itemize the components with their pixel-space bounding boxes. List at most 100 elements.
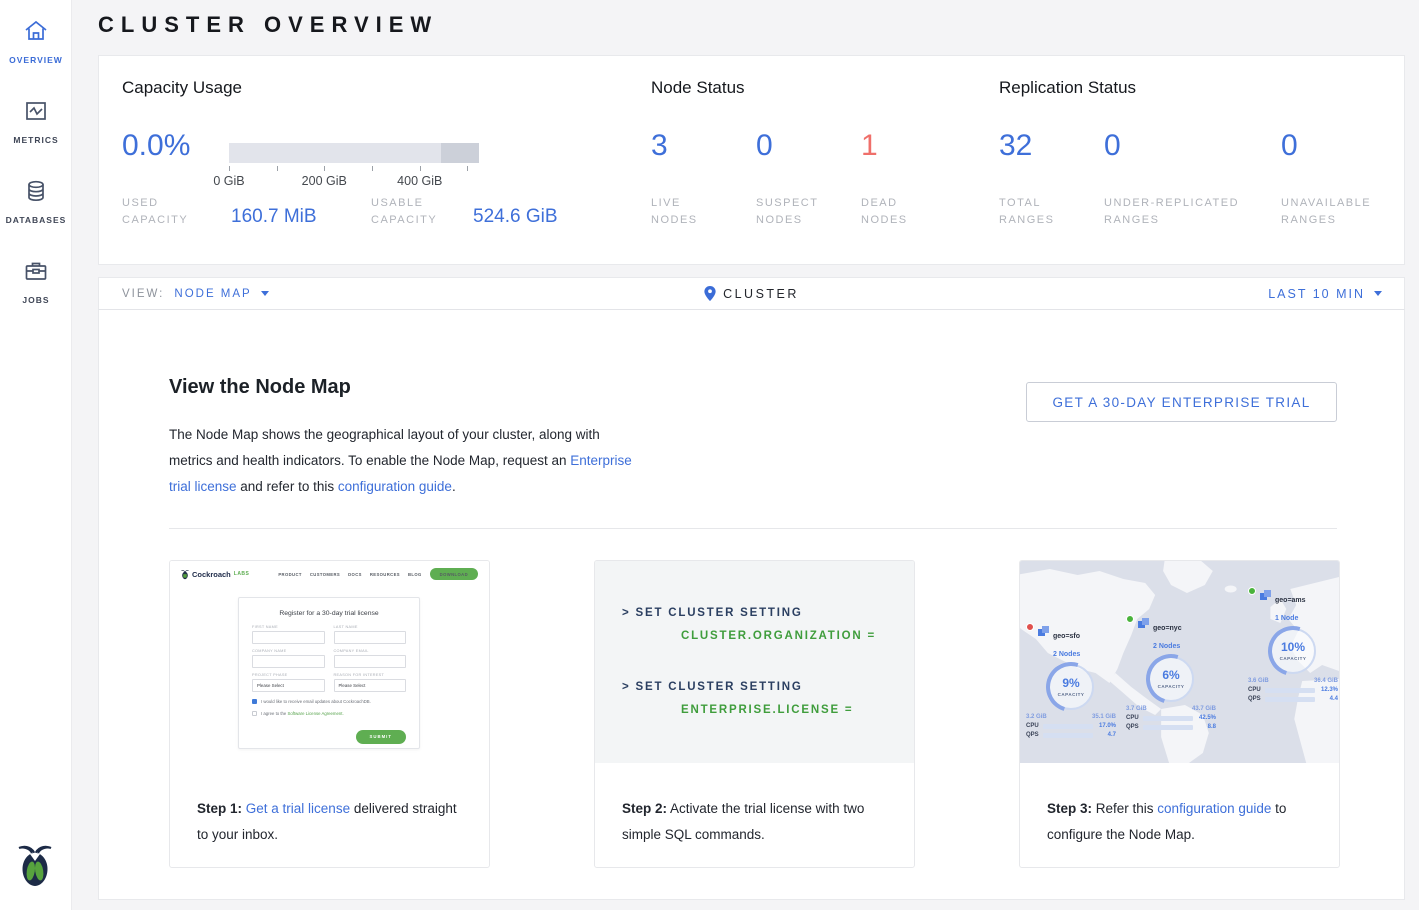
status-dot-red-icon: [1026, 623, 1034, 631]
database-icon: [23, 178, 49, 204]
cockroach-logo-icon[interactable]: [17, 842, 53, 888]
status-dot-green-icon: [1126, 615, 1134, 623]
cluster-summary-panel: Capacity Usage 0.0% 0 GiB 200 GiB 400 Gi…: [98, 55, 1405, 265]
qps-sparkline: [1143, 725, 1193, 730]
sql-prompt-line: > SET CLUSTER SETTING: [622, 681, 914, 693]
capacity-gauge: 9% CAPACITY: [1048, 664, 1094, 710]
capacity-used-percent: 0.0%: [122, 129, 190, 163]
checkbox-empty-icon: [252, 711, 257, 716]
node-status-title: Node Status: [651, 78, 745, 98]
step3-card: geo=sfo2 Nodes 9% CAPACITY 3.2 GiB35.1 G…: [1019, 560, 1340, 868]
mini-company-name-field: [252, 655, 325, 668]
map-node-ams: geo=ams1 Node 10% CAPACITY 3.6 GiB36.4 G…: [1248, 589, 1338, 702]
mini-submit-button: SUBMIT: [356, 730, 406, 744]
node-cube-icon: [1137, 617, 1150, 630]
cockroach-bug-icon: [181, 569, 189, 580]
time-range-value: LAST 10 MIN: [1268, 287, 1365, 301]
sidebar-item-databases[interactable]: DATABASES: [0, 160, 72, 240]
map-node-nyc: geo=nyc2 Nodes 6% CAPACITY 3.7 GiB43.7 G…: [1126, 617, 1216, 730]
configuration-guide-link[interactable]: configuration guide: [1157, 801, 1271, 816]
capacity-usage-title: Capacity Usage: [122, 78, 242, 98]
get-enterprise-trial-button[interactable]: GET A 30-DAY ENTERPRISE TRIAL: [1026, 382, 1337, 422]
capacity-axis-labels: 0 GiB 200 GiB 400 GiB: [229, 174, 479, 190]
capacity-bar-track: [229, 143, 479, 163]
cpu-sparkline: [1043, 724, 1093, 729]
mini-trial-form: Register for a 30-day trial license FIRS…: [238, 597, 420, 749]
panel-title: View the Node Map: [169, 376, 351, 399]
sql-code-snippet: > SET CLUSTER SETTING CLUSTER.ORGANIZATI…: [595, 561, 914, 763]
used-capacity-value: 160.7 MiB: [231, 206, 317, 228]
step1-card: Cockroach LABS PRODUCTCUSTOMERSDOCSRESOU…: [169, 560, 490, 868]
mini-reason-select: Please Select: [334, 679, 407, 692]
suspect-nodes-label: SUSPECTNODES: [756, 195, 818, 229]
view-toolbar: VIEW: NODE MAP CLUSTER LAST 10 MIN: [98, 277, 1405, 310]
mini-company-email-field: [334, 655, 407, 668]
mini-project-phase-select: Please Select: [252, 679, 325, 692]
sidebar-item-label: DATABASES: [0, 215, 72, 225]
dead-nodes-label: DEADNODES: [861, 195, 908, 229]
sidebar: OVERVIEW METRICS DATABASES JOBS: [0, 0, 72, 910]
qps-sparkline: [1043, 733, 1093, 738]
sql-prompt-line: > SET CLUSTER SETTING: [622, 607, 914, 619]
scope-label: CLUSTER: [723, 287, 799, 301]
axis-tick-label: 0 GiB: [213, 174, 244, 188]
sidebar-item-label: METRICS: [0, 135, 72, 145]
chevron-down-icon: [1374, 291, 1382, 296]
mini-download-button: DOWNLOAD: [430, 568, 478, 580]
mini-cockroach-labs-logo: Cockroach LABS: [181, 569, 249, 580]
dead-nodes-value: 1: [861, 129, 878, 163]
mini-last-name-field: [334, 631, 407, 644]
metrics-chart-icon: [23, 98, 49, 124]
status-dot-green-icon: [1248, 587, 1256, 595]
total-ranges-value: 32: [999, 129, 1032, 163]
used-capacity-label: USEDCAPACITY: [122, 195, 188, 229]
axis-tick-label: 200 GiB: [302, 174, 347, 188]
step2-card: > SET CLUSTER SETTING CLUSTER.ORGANIZATI…: [594, 560, 915, 868]
node-map-promo-panel: View the Node Map The Node Map shows the…: [98, 310, 1405, 900]
panel-description: The Node Map shows the geographical layo…: [169, 422, 639, 500]
location-pin-icon: [704, 286, 716, 301]
divider: [169, 528, 1337, 529]
get-trial-license-link[interactable]: Get a trial license: [246, 801, 350, 816]
capacity-gauge: 6% CAPACITY: [1148, 656, 1194, 702]
scope-breadcrumb: CLUSTER: [99, 278, 1404, 309]
node-cube-icon: [1037, 625, 1050, 638]
usable-capacity-value: 524.6 GiB: [473, 206, 558, 228]
capacity-bar-reserved-segment: [441, 143, 479, 163]
usable-capacity-label: USABLECAPACITY: [371, 195, 437, 229]
mini-form-title: Register for a 30-day trial license: [252, 610, 406, 617]
checkbox-checked-icon: [252, 699, 257, 704]
suspect-nodes-value: 0: [756, 129, 773, 163]
home-icon: [23, 18, 49, 44]
under-replicated-ranges-label: UNDER-REPLICATEDRANGES: [1104, 195, 1239, 229]
total-ranges-label: TOTALRANGES: [999, 195, 1054, 229]
mini-updates-checkbox-row: I would like to receive email updates ab…: [252, 699, 406, 704]
configuration-guide-link[interactable]: configuration guide: [338, 479, 452, 494]
qps-sparkline: [1265, 697, 1315, 702]
mini-site-nav: PRODUCTCUSTOMERSDOCSRESOURCESBLOG DOWNLO…: [278, 568, 478, 580]
live-nodes-value: 3: [651, 129, 668, 163]
sidebar-item-overview[interactable]: OVERVIEW: [0, 0, 72, 80]
live-nodes-label: LIVENODES: [651, 195, 698, 229]
map-node-sfo: geo=sfo2 Nodes 9% CAPACITY 3.2 GiB35.1 G…: [1026, 625, 1116, 738]
sidebar-item-metrics[interactable]: METRICS: [0, 80, 72, 160]
mini-license-agreement-link: Software License Agreement.: [288, 711, 344, 716]
cpu-sparkline: [1265, 688, 1315, 693]
time-range-dropdown[interactable]: LAST 10 MIN: [1268, 278, 1382, 309]
mini-site-header: Cockroach LABS PRODUCTCUSTOMERSDOCSRESOU…: [170, 561, 489, 580]
sidebar-item-jobs[interactable]: JOBS: [0, 240, 72, 320]
under-replicated-ranges-value: 0: [1104, 129, 1121, 163]
step1-caption: Step 1: Get a trial license delivered st…: [170, 763, 489, 848]
replication-status-title: Replication Status: [999, 78, 1136, 98]
cpu-sparkline: [1143, 716, 1193, 721]
axis-tick-label: 400 GiB: [397, 174, 442, 188]
unavailable-ranges-label: UNAVAILABLERANGES: [1281, 195, 1371, 229]
capacity-axis-ticks: [229, 166, 479, 172]
page-title: CLUSTER OVERVIEW: [98, 12, 438, 38]
capacity-gauge: 10% CAPACITY: [1270, 628, 1316, 674]
sql-setting-line: ENTERPRISE.LICENSE =: [681, 704, 914, 716]
mini-agree-checkbox-row: I agree to the Software License Agreemen…: [252, 711, 406, 716]
capacity-bar: 0 GiB 200 GiB 400 GiB: [229, 143, 479, 190]
step2-caption: Step 2: Activate the trial license with …: [595, 763, 914, 848]
step3-caption: Step 3: Refer this configuration guide t…: [1020, 763, 1339, 848]
